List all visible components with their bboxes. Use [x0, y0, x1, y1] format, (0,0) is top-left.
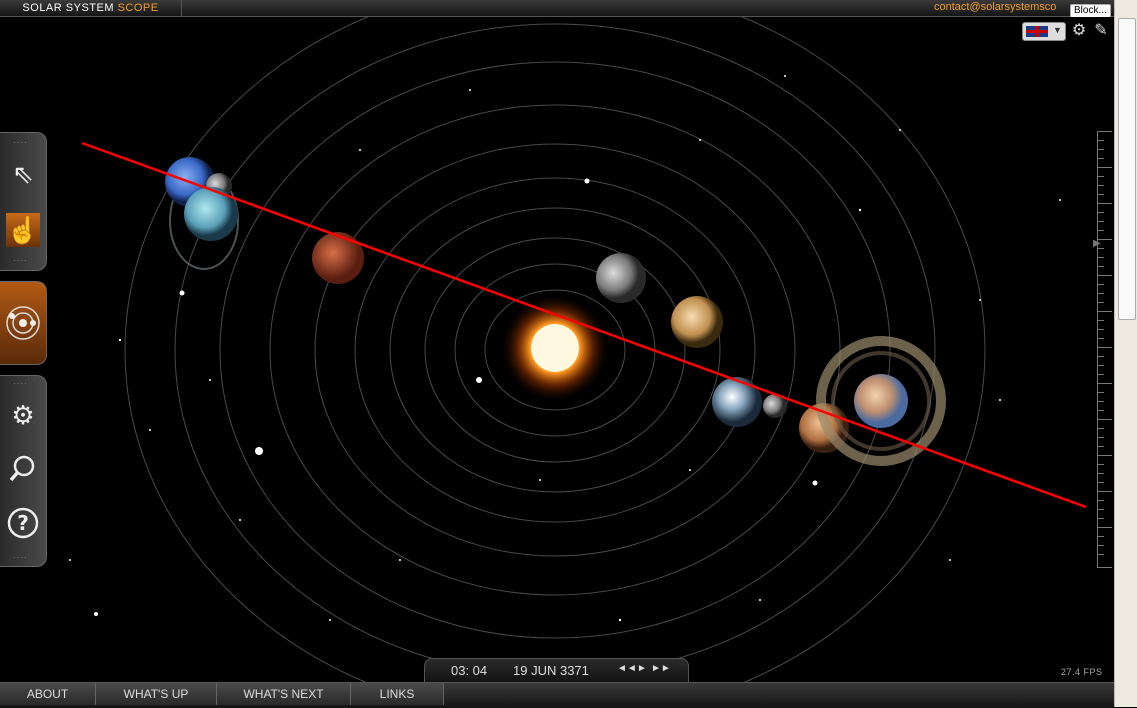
planet-mercury[interactable] [596, 253, 646, 303]
help-pointer-icon[interactable]: ⇖ [6, 157, 40, 191]
navigation-tool-panel: ···· ⇖ ☝ ···· [0, 132, 47, 271]
panel-grip-top: ···· [13, 379, 28, 388]
options-panel: ···· ⚙ ? ···· [0, 375, 47, 567]
zoom-indicator-arrow-icon[interactable]: ▶ [1093, 238, 1101, 249]
solar-system-canvas[interactable] [0, 17, 1114, 682]
nav-links[interactable]: LINKS [351, 683, 444, 705]
space-view[interactable] [0, 17, 1114, 682]
language-selector[interactable]: ▼ [1022, 22, 1066, 41]
hand-icon[interactable]: ☝ [6, 213, 40, 247]
fast-forward-button[interactable]: ►► [651, 663, 671, 674]
nav-whats-next[interactable]: WHAT'S NEXT [217, 683, 351, 705]
alignment-line [81, 141, 1087, 509]
scrollbar-thumb[interactable] [1118, 18, 1136, 320]
settings-icon[interactable]: ⚙ [6, 398, 40, 432]
nav-whats-up[interactable]: WHAT'S UP [96, 683, 217, 705]
help-icon[interactable]: ? [6, 507, 40, 541]
rewind-button[interactable]: ◄◄ [617, 663, 637, 674]
panel-grip: ···· [13, 138, 28, 147]
zoom-slider[interactable] [1097, 131, 1114, 568]
eraser-icon[interactable]: ✎ [1092, 22, 1110, 40]
planet-uranus[interactable] [184, 187, 238, 241]
brand-accent: SCOPE [117, 2, 159, 14]
sun-core [531, 324, 579, 372]
planet-mars[interactable] [312, 232, 364, 284]
uk-flag-icon [1026, 26, 1048, 37]
browser-scrollbar[interactable] [1114, 0, 1137, 707]
orbits-icon[interactable] [4, 304, 42, 342]
play-button[interactable]: ► [637, 663, 647, 674]
search-icon[interactable] [6, 454, 40, 488]
nav-about[interactable]: ABOUT [0, 683, 96, 705]
date-display[interactable]: 19 JUN 3371 [513, 663, 589, 678]
brand-main: SOLAR SYSTEM [22, 2, 114, 14]
top-bar: SOLAR SYSTEM SCOPE contact@solarsystemsc… [0, 0, 1114, 17]
planet-venus[interactable] [671, 296, 723, 348]
brand-logo[interactable]: SOLAR SYSTEM SCOPE [0, 0, 182, 16]
chevron-down-icon: ▼ [1053, 25, 1062, 35]
fps-counter: 27.4 FPS [1061, 667, 1103, 677]
planet-earth[interactable] [712, 377, 762, 427]
svg-text:?: ? [17, 511, 29, 535]
panel-grip-bottom: ···· [13, 256, 28, 265]
time-control: 03: 04 19 JUN 3371 ◄◄ ► ►► [424, 658, 689, 683]
orbit-panel [0, 281, 47, 365]
bottom-nav-bar: ABOUT WHAT'S UP WHAT'S NEXT LINKS [0, 682, 1114, 708]
time-display[interactable]: 03: 04 [451, 663, 487, 678]
panel-grip-bottom: ···· [13, 553, 28, 562]
block-tooltip: Block... [1070, 4, 1111, 18]
planet-saturn[interactable] [854, 374, 908, 428]
settings-gear-icon[interactable]: ⚙ [1070, 22, 1088, 40]
